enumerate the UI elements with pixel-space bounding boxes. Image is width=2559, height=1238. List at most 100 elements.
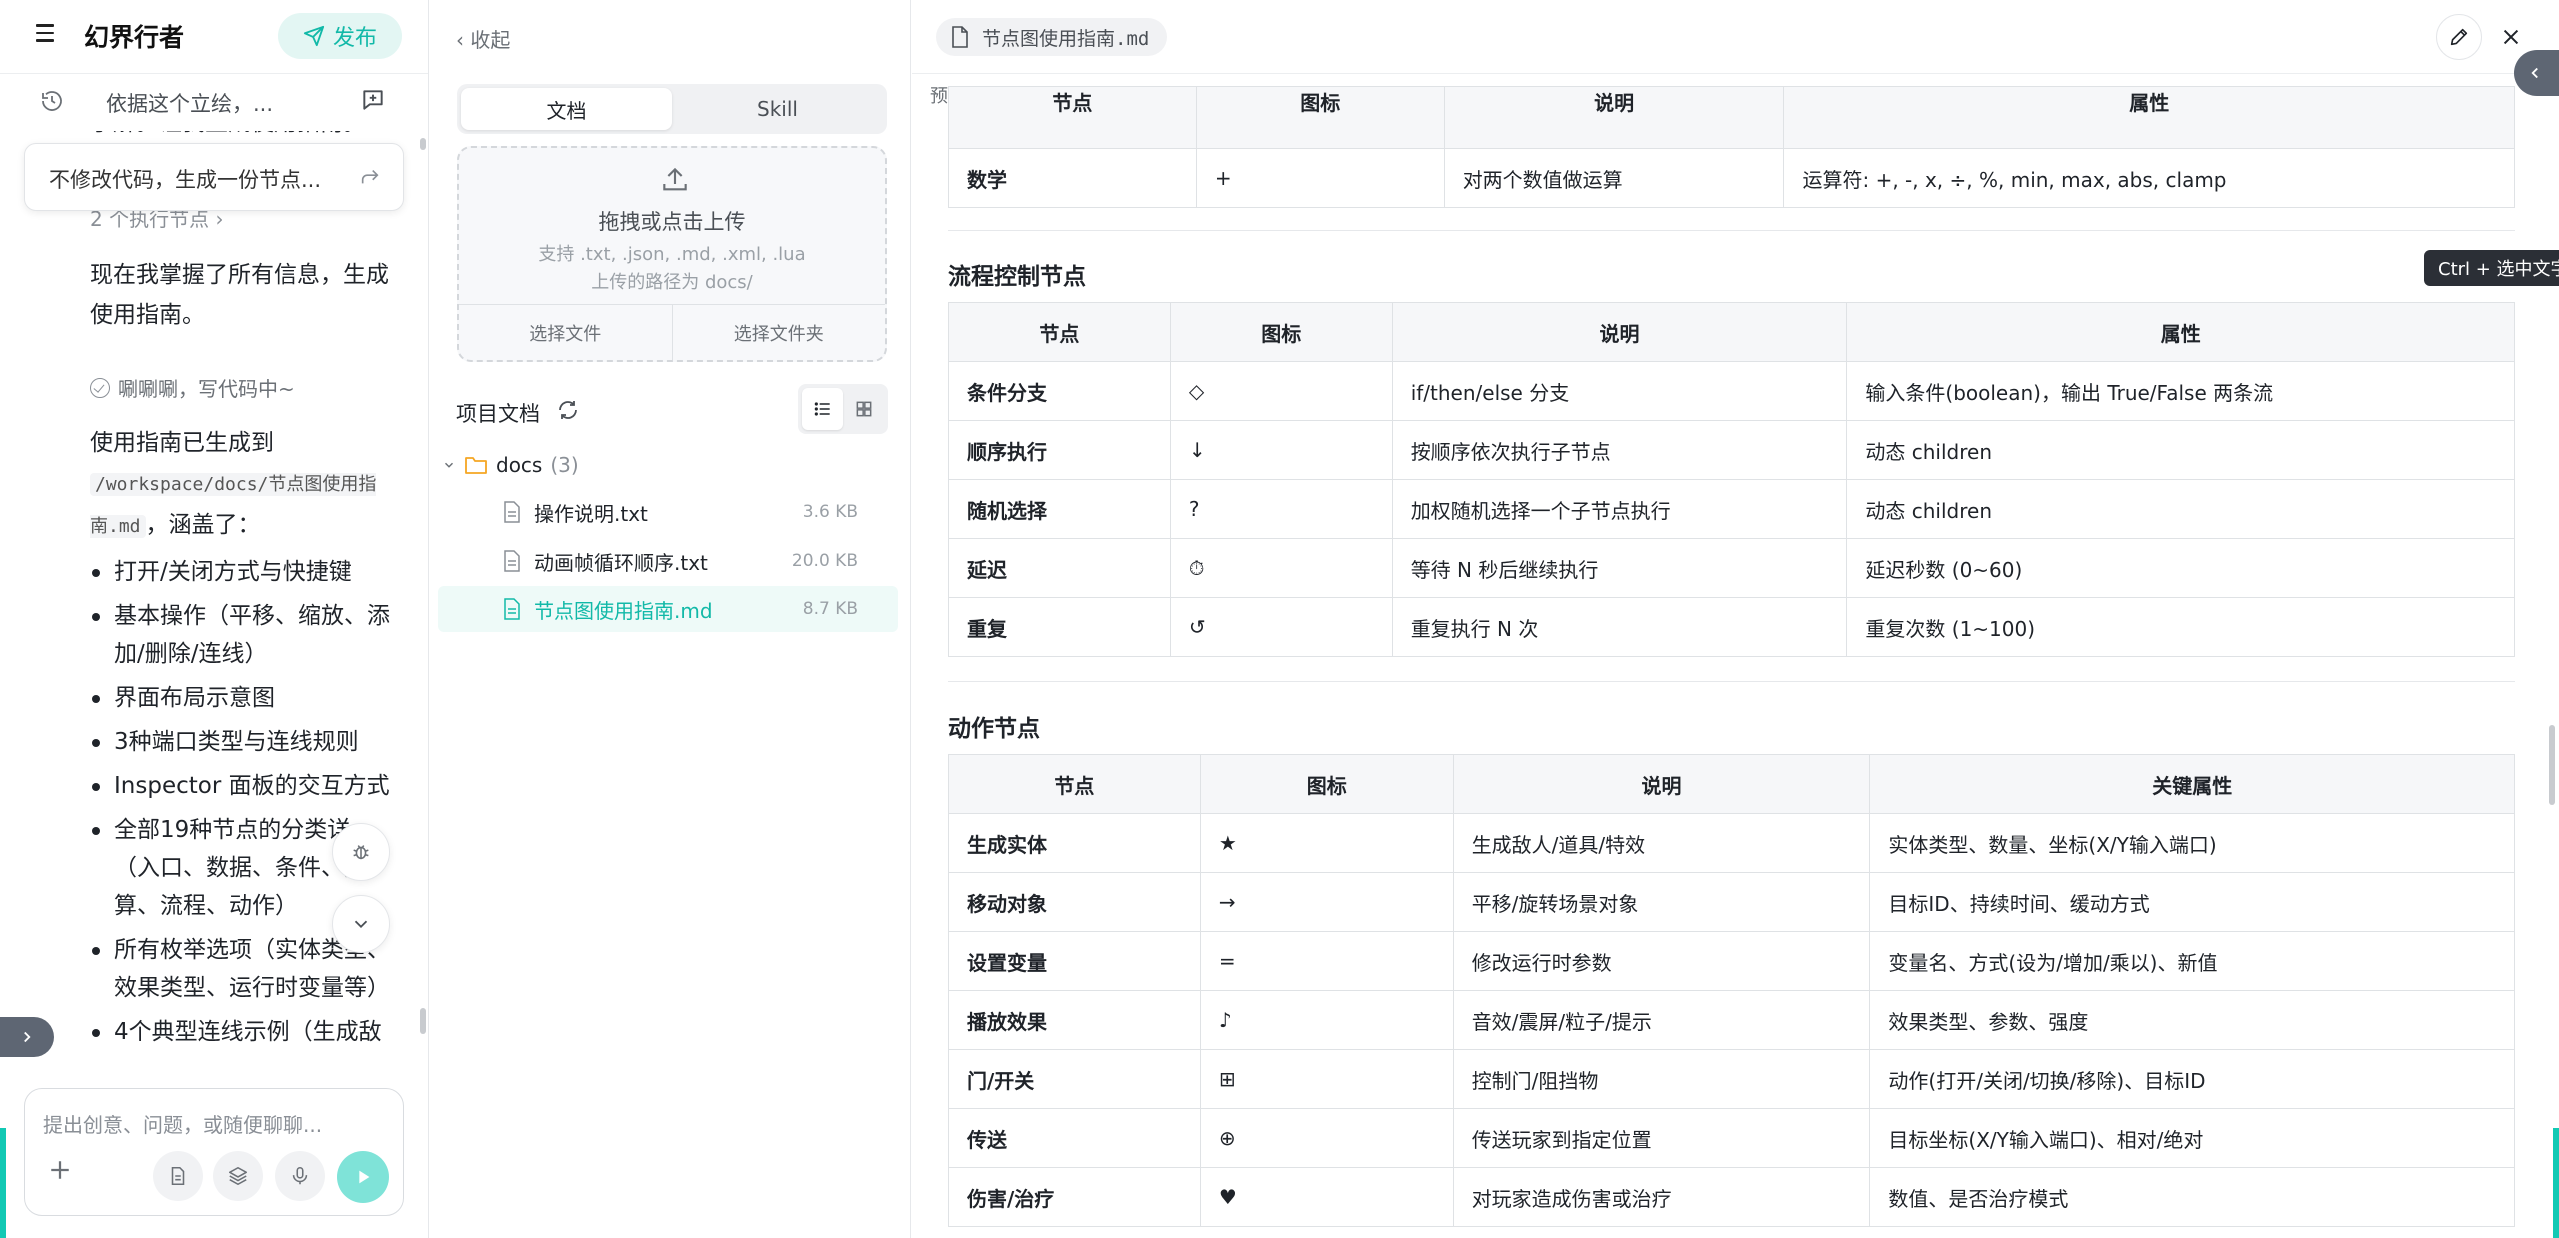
cell-node: 伤害/治疗 [948, 1167, 1201, 1227]
scroll-arrow-up[interactable] [420, 138, 426, 150]
cell-icon: ◇ [1169, 361, 1393, 421]
send-button[interactable] [337, 1151, 389, 1203]
edit-button[interactable] [2436, 14, 2482, 60]
choose-file-button[interactable]: 选择文件 [459, 305, 673, 360]
layers-icon [228, 1166, 248, 1186]
chat-scrollbar[interactable] [420, 1008, 426, 1034]
refresh-icon[interactable] [556, 398, 580, 422]
list-item: 4个典型连线示例（生成敌 [90, 1013, 395, 1051]
table-header-row: 节点 图标 说明 关键属性 [948, 754, 2515, 814]
file-item[interactable]: 操作说明.txt 3.6 KB [438, 489, 898, 535]
cell-desc: 加权随机选择一个子节点执行 [1391, 479, 1848, 539]
col-icon: 图标 [1199, 754, 1454, 814]
composer-input[interactable]: 提出创意、问题，或随便聊聊... [43, 1109, 322, 1138]
file-item[interactable]: 动画帧循环顺序.txt 20.0 KB [438, 538, 898, 584]
file-name: 操作说明.txt [534, 501, 648, 526]
assistant-message-1: 现在我掌握了所有信息，生成使用指南。 [90, 262, 389, 328]
cell-desc: 音效/震屏/粒子/提示 [1452, 990, 1871, 1050]
cell-node: 顺序执行 [948, 420, 1171, 480]
pinned-prompt[interactable]: 不修改代码，生成一份节点... [24, 143, 404, 211]
collapse-panel-tab[interactable] [2514, 50, 2559, 96]
attach-doc-button[interactable] [153, 1151, 203, 1201]
folder-count: (3) [550, 453, 579, 477]
composer[interactable]: 提出创意、问题，或随便聊聊... [24, 1088, 404, 1216]
history-icon[interactable] [40, 89, 64, 113]
msg2-prefix: 使用指南已生成到 [90, 430, 274, 456]
tab-skill[interactable]: Skill [672, 88, 883, 130]
cell-desc: 平移/旋转场景对象 [1452, 872, 1871, 932]
bug-icon [353, 845, 369, 860]
file-size: 8.7 KB [802, 599, 858, 619]
cell-node: 传送 [948, 1108, 1201, 1168]
cell-desc: 对玩家造成伤害或治疗 [1452, 1167, 1871, 1227]
list-item: 打开/关闭方式与快捷键 [90, 553, 395, 591]
upload-dropzone[interactable]: 拖拽或点击上传 支持 .txt, .json, .md, .xml, .lua … [457, 146, 887, 362]
voice-button[interactable] [275, 1151, 325, 1201]
file-icon [504, 550, 520, 572]
cell-attr: 重复次数 (1~100) [1846, 597, 2515, 657]
folder-icon [465, 457, 487, 474]
file-panel: ‹ 收起 文档 Skill 拖拽或点击上传 支持 .txt, .json, .m… [430, 0, 911, 1238]
view-toggle [798, 384, 888, 434]
cell-node: 延迟 [948, 538, 1171, 598]
cell-node: 数学 [948, 148, 1197, 208]
history-row: 依据这个立绘，... [0, 75, 428, 131]
cell-attr: 输入条件(boolean)，输出 True/False 两条流 [1846, 361, 2515, 421]
layers-button[interactable] [213, 1151, 263, 1201]
cell-icon: ⏱ [1169, 538, 1393, 598]
table-row: 随机选择? 加权随机选择一个子节点执行 动态 children [948, 479, 2515, 539]
preview-scrollbar[interactable] [2549, 725, 2555, 805]
bug-report-button[interactable] [332, 823, 390, 881]
list-icon [814, 402, 830, 416]
close-button[interactable] [2492, 18, 2530, 56]
assistant-message-2: 使用指南已生成到 /workspace/docs/节点图使用指南.md ，涵盖了： [90, 423, 390, 547]
cell-attr: 目标ID、持续时间、缓动方式 [1869, 872, 2515, 932]
cell-desc: 生成敌人/道具/特效 [1452, 813, 1871, 873]
cell-desc: 对两个数值做运算 [1443, 148, 1785, 208]
menu-icon[interactable] [36, 24, 56, 44]
cell-desc: 修改运行时参数 [1452, 931, 1871, 991]
cell-node: 移动对象 [948, 872, 1201, 932]
col-desc: 说明 [1452, 754, 1871, 814]
section-action-nodes: 动作节点 [948, 716, 1040, 742]
file-item-selected[interactable]: 节点图使用指南.md 8.7 KB [438, 586, 898, 632]
col-icon: 图标 [1169, 302, 1393, 362]
new-chat-icon[interactable] [360, 87, 386, 113]
cell-attr: 数值、是否治疗模式 [1869, 1167, 2515, 1227]
choose-folder-button[interactable]: 选择文件夹 [673, 305, 886, 360]
summary-list: 打开/关闭方式与快捷键 基本操作（平移、缩放、添加/删除/连线） 界面布局示意图… [90, 553, 395, 1057]
grid-view-button[interactable] [843, 388, 884, 430]
action-nodes-table: 节点 图标 说明 关键属性 生成实体 ★ 生成敌人/道具/特效 实体类型、数量、坐标(… [948, 754, 2515, 1227]
divider [948, 681, 2515, 682]
list-view-button[interactable] [802, 388, 843, 430]
tab-docs[interactable]: 文档 [461, 88, 672, 130]
chevron-down-icon [444, 462, 454, 468]
upload-formats: 支持 .txt, .json, .md, .xml, .lua [538, 244, 806, 265]
plus-icon[interactable] [45, 1155, 75, 1185]
cell-desc: 按顺序依次执行子节点 [1391, 420, 1848, 480]
chevron-down-icon [354, 920, 368, 929]
close-icon [2503, 29, 2519, 45]
cell-node: 播放效果 [948, 990, 1201, 1050]
upload-title: 拖拽或点击上传 [598, 210, 746, 234]
microphone-icon [292, 1166, 308, 1185]
cell-attr: 效果类型、参数、强度 [1869, 990, 2515, 1050]
cell-icon: ♪ [1199, 990, 1454, 1050]
scroll-down-button[interactable] [332, 895, 390, 953]
cell-attr: 延迟秒数 (0~60) [1846, 538, 2515, 598]
table-row: 伤害/治疗 ♥ 对玩家造成伤害或治疗 数值、是否治疗模式 [948, 1167, 2515, 1227]
divider [948, 230, 2515, 231]
cell-node: 随机选择 [948, 479, 1171, 539]
history-title[interactable]: 依据这个立绘，... [106, 88, 273, 118]
table-header-row: 节点 图标 说明 属性 [948, 86, 2515, 149]
upload-icon [663, 167, 687, 191]
expand-sidebar-tab[interactable] [0, 1017, 54, 1057]
folder-docs[interactable]: docs (3) [442, 450, 579, 480]
cell-desc: 控制门/阻挡物 [1452, 1049, 1871, 1109]
collapse-button[interactable]: ‹ 收起 [456, 24, 510, 53]
cell-desc: 传送玩家到指定位置 [1452, 1108, 1871, 1168]
cell-node: 设置变量 [948, 931, 1201, 991]
publish-button[interactable]: 发布 [278, 13, 402, 59]
open-file-chip[interactable]: 节点图使用指南.md [936, 18, 1168, 56]
reply-arrow-icon[interactable] [359, 166, 381, 188]
